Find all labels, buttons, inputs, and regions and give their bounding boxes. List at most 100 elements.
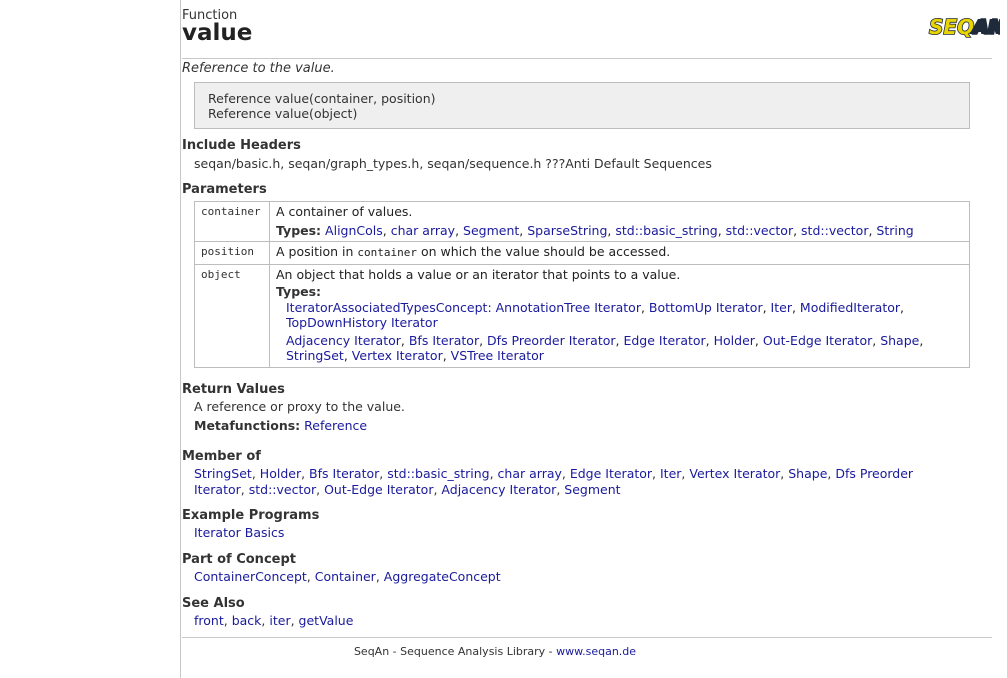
- list-separator: ,: [705, 332, 714, 348]
- list-separator: ,: [301, 466, 310, 481]
- reference-link[interactable]: Bfs Iterator: [409, 333, 479, 348]
- reference-link[interactable]: std::basic_string: [615, 223, 717, 238]
- reference-link[interactable]: front: [194, 613, 224, 628]
- see-also-heading: See Also: [182, 596, 245, 611]
- reference-link[interactable]: char array: [498, 466, 562, 481]
- list-separator: ,: [900, 299, 905, 315]
- param-desc: An object that holds a value or an itera…: [269, 263, 970, 368]
- list-separator: ,: [316, 481, 325, 497]
- param-code: container: [357, 246, 417, 259]
- list-separator: ,: [343, 348, 352, 363]
- list-separator: ,: [479, 332, 488, 348]
- list-separator: ,: [306, 569, 315, 584]
- param-desc: A position in container on which the val…: [269, 241, 970, 265]
- reference-link[interactable]: Segment: [463, 223, 519, 238]
- list-separator: ,: [251, 466, 260, 481]
- reference-link[interactable]: Dfs Preorder Iterator: [487, 333, 615, 348]
- reference-link[interactable]: StringSet: [194, 466, 252, 481]
- types-label: Types:: [276, 222, 322, 238]
- reference-link[interactable]: String: [876, 223, 913, 238]
- param-name: position: [194, 241, 270, 265]
- return-values-heading: Return Values: [182, 382, 285, 397]
- reference-link[interactable]: Reference: [304, 418, 367, 433]
- reference-link[interactable]: iter: [269, 613, 290, 628]
- reference-link[interactable]: getValue: [299, 613, 354, 628]
- reference-link[interactable]: char array: [391, 223, 455, 238]
- reference-link[interactable]: StringSet: [286, 348, 344, 363]
- list-separator: ,: [223, 613, 232, 628]
- reference-link[interactable]: Segment: [564, 482, 620, 497]
- param-name: container: [194, 201, 270, 242]
- list-separator: ,: [793, 222, 802, 238]
- signature-line: Reference value(object): [208, 106, 358, 121]
- list-separator: ,: [561, 466, 570, 481]
- list-separator: ,: [240, 481, 249, 497]
- list-separator: ,: [762, 299, 771, 315]
- list-separator: ,: [640, 299, 649, 315]
- reference-link[interactable]: Out-Edge Iterator: [763, 333, 872, 348]
- reference-link[interactable]: SparseString: [527, 223, 607, 238]
- header-divider: [182, 58, 992, 59]
- page-title: value: [182, 20, 253, 46]
- list-separator: ,: [754, 332, 763, 348]
- list-separator: ,: [489, 466, 498, 481]
- reference-link[interactable]: Iterator Basics: [194, 525, 284, 540]
- param-desc-text: A position in: [276, 244, 354, 259]
- include-headers-text: seqan/basic.h, seqan/graph_types.h, seqa…: [194, 156, 712, 171]
- list-separator: ,: [872, 332, 881, 348]
- signature-line: Reference value(container, position): [208, 91, 436, 106]
- reference-link[interactable]: Vertex Iterator: [352, 348, 443, 363]
- reference-link[interactable]: Edge Iterator: [570, 466, 652, 481]
- param-desc: A container of values. Types: AlignCols,…: [269, 201, 970, 242]
- reference-link[interactable]: VSTree Iterator: [451, 348, 544, 363]
- list-separator: ,: [382, 222, 391, 238]
- parameters-table: container A container of values. Types: …: [194, 201, 970, 368]
- reference-link[interactable]: Holder: [714, 333, 755, 348]
- reference-link[interactable]: AlignCols: [325, 223, 383, 238]
- reference-link[interactable]: Bfs Iterator: [309, 466, 379, 481]
- reference-link[interactable]: Shape: [880, 333, 919, 348]
- seqan-logo[interactable]: SEQAN SEQ AN: [928, 12, 1007, 42]
- reference-link[interactable]: Adjacency Iterator: [286, 333, 401, 348]
- reference-link[interactable]: Iter: [771, 300, 792, 315]
- footer: SeqAn - Sequence Analysis Library - www.…: [182, 645, 808, 658]
- list-separator: ,: [375, 569, 384, 584]
- reference-link[interactable]: ContainerConcept: [194, 569, 307, 584]
- footer-divider: [182, 637, 992, 638]
- example-programs-links: Iterator Basics: [194, 525, 284, 541]
- reference-link[interactable]: IteratorAssociatedTypesConcept: Annotati…: [286, 300, 641, 315]
- signature-box: Reference value(container, position) Ref…: [194, 82, 970, 129]
- footer-text: SeqAn - Sequence Analysis Library -: [353, 645, 557, 658]
- reference-link[interactable]: AggregateConcept: [384, 569, 501, 584]
- reference-link[interactable]: Out-Edge Iterator: [324, 482, 433, 497]
- reference-link[interactable]: Container: [315, 569, 376, 584]
- list-separator: ,: [442, 348, 451, 363]
- list-separator: ,: [652, 466, 660, 481]
- types-links: IteratorAssociatedTypesConcept: Annotati…: [286, 300, 963, 331]
- metafunctions-links: Reference: [304, 418, 367, 433]
- reference-link[interactable]: Shape: [788, 466, 827, 481]
- reference-link[interactable]: std::vector: [801, 223, 868, 238]
- reference-link[interactable]: Adjacency Iterator: [441, 482, 556, 497]
- reference-link[interactable]: Edge Iterator: [623, 333, 705, 348]
- reference-link[interactable]: std::basic_string: [387, 466, 489, 481]
- reference-link[interactable]: std::vector: [249, 482, 316, 497]
- list-separator: ,: [290, 613, 299, 628]
- param-desc-text: on which the value should be accessed.: [420, 244, 671, 259]
- types-label: Types:: [276, 284, 322, 299]
- param-types: Types: AlignCols, char array, Segment, S…: [276, 223, 963, 239]
- reference-link[interactable]: Holder: [260, 466, 301, 481]
- return-values-text: A reference or proxy to the value.: [194, 399, 405, 414]
- param-name: object: [194, 263, 270, 368]
- reference-link[interactable]: std::vector: [726, 223, 793, 238]
- reference-link[interactable]: BottomUp Iterator: [649, 300, 763, 315]
- footer-link[interactable]: www.seqan.de: [556, 645, 636, 658]
- reference-link[interactable]: back: [232, 613, 262, 628]
- reference-link[interactable]: Iter: [660, 466, 681, 481]
- part-of-concept-links: ContainerConcept, Container, AggregateCo…: [194, 569, 501, 585]
- list-separator: ,: [919, 332, 924, 348]
- include-headers-heading: Include Headers: [182, 138, 301, 153]
- reference-link[interactable]: TopDownHistory Iterator: [286, 315, 438, 330]
- reference-link[interactable]: ModifiedIterator: [800, 300, 900, 315]
- reference-link[interactable]: Vertex Iterator: [689, 466, 780, 481]
